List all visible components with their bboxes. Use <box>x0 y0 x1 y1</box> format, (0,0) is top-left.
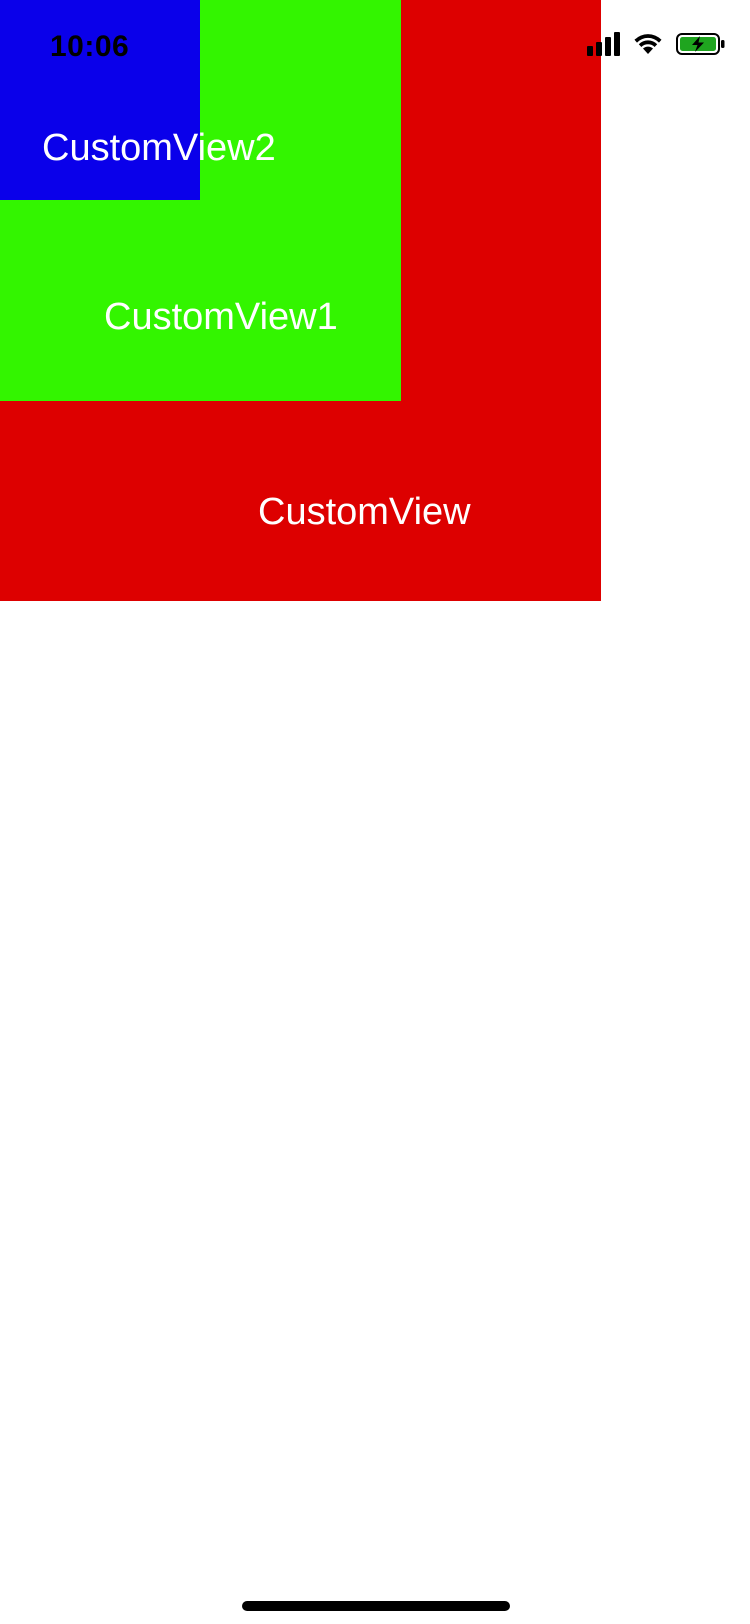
battery-charging-icon <box>676 32 726 56</box>
status-bar-icons <box>587 32 726 56</box>
cellular-signal-icon <box>587 32 620 56</box>
app-screen: CustomView CustomView1 CustomView2 10:06 <box>0 0 750 1624</box>
wifi-icon <box>632 32 664 56</box>
custom-view-2-label: CustomView2 <box>42 127 276 169</box>
home-indicator[interactable] <box>242 1601 510 1611</box>
custom-view-label: CustomView <box>258 491 471 533</box>
status-bar-time: 10:06 <box>50 30 130 63</box>
custom-view-1-label: CustomView1 <box>104 296 338 338</box>
